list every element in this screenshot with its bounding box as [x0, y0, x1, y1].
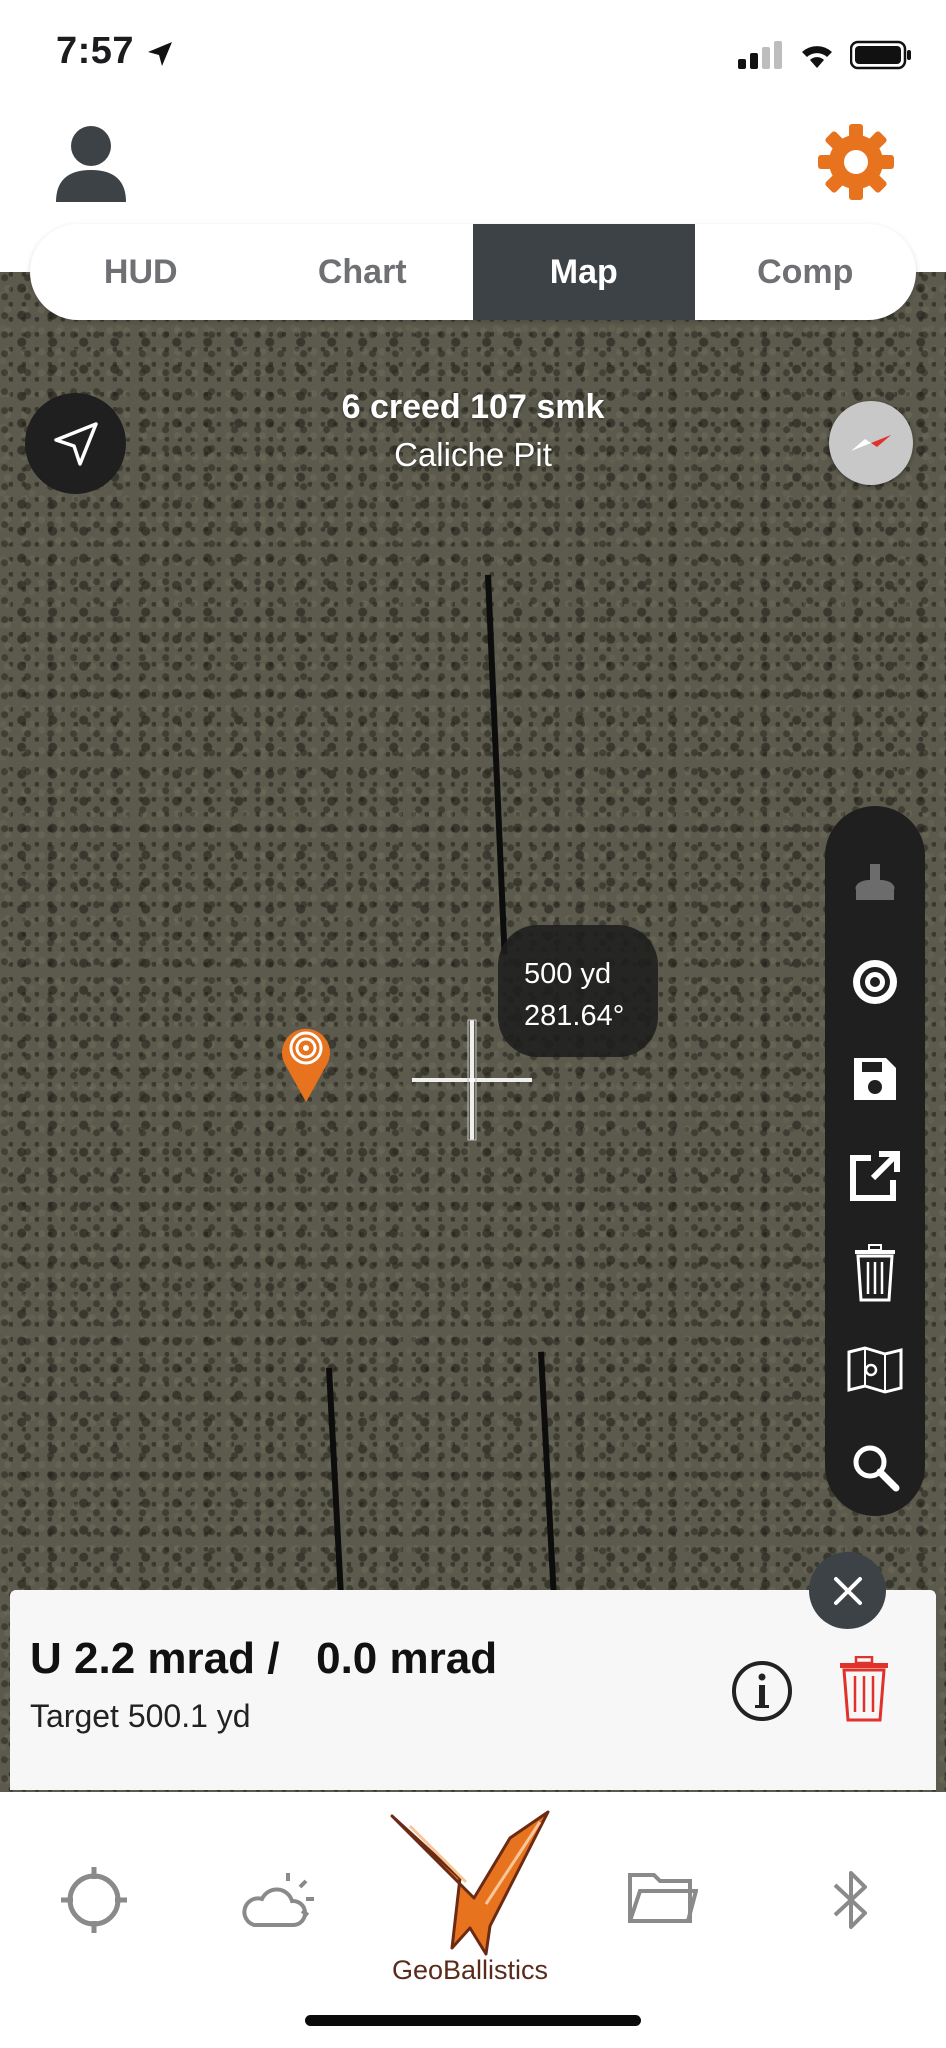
share-icon — [850, 1150, 900, 1201]
geoballistics-logo[interactable] — [390, 1808, 556, 1958]
cellular-signal-icon — [738, 41, 782, 69]
nav-folder[interactable] — [628, 1862, 698, 1932]
status-time: 7:57 — [56, 30, 135, 72]
bluetooth-icon — [833, 1871, 867, 1929]
share-button[interactable] — [825, 1127, 925, 1224]
trash-icon — [855, 1244, 895, 1302]
home-indicator — [305, 2015, 641, 2026]
info-icon[interactable] — [731, 1660, 793, 1722]
target-distance: Target 500.1 yd — [30, 1698, 251, 1734]
settings-gear-icon[interactable] — [818, 124, 894, 200]
adjustment-value: U 2.2 mrad / 0.0 mrad — [30, 1634, 498, 1683]
close-icon — [833, 1576, 862, 1605]
range-bubble: 500 yd 281.64° — [498, 925, 658, 1057]
location-arrow-icon — [148, 42, 172, 66]
delete-target-icon[interactable] — [838, 1656, 890, 1722]
weather-icon — [242, 1873, 314, 1927]
compass-icon — [851, 435, 891, 451]
battery-icon — [850, 40, 911, 70]
nav-crosshair[interactable] — [56, 1862, 132, 1938]
tab-comp[interactable]: Comp — [695, 224, 917, 320]
close-card-button[interactable] — [809, 1552, 886, 1629]
shooter-button[interactable] — [825, 836, 925, 933]
location-subtitle: Caliche Pit — [394, 436, 552, 473]
delete-all-button[interactable] — [825, 1225, 925, 1322]
view-tabs: HUD Chart Map Comp — [30, 224, 916, 320]
profile-title: 6 creed 107 smk — [341, 388, 605, 426]
search-button[interactable] — [825, 1419, 925, 1516]
result-card — [10, 1590, 936, 1790]
save-button[interactable] — [825, 1030, 925, 1127]
wifi-icon — [802, 46, 832, 68]
range-label: 500 yd — [524, 958, 612, 990]
tab-hud[interactable]: HUD — [30, 224, 252, 320]
crosshair-icon — [61, 1867, 127, 1933]
map-layers-icon — [847, 1346, 903, 1394]
compass-button[interactable] — [829, 401, 913, 485]
save-icon — [854, 1057, 896, 1100]
nav-weather[interactable] — [238, 1862, 326, 1938]
map-toolbar — [825, 806, 925, 1516]
folder-icon — [628, 1873, 698, 1923]
tab-chart[interactable]: Chart — [252, 224, 474, 320]
profile-icon[interactable] — [54, 124, 128, 202]
target-pin-icon[interactable] — [280, 1024, 332, 1102]
shooter-icon — [855, 863, 895, 900]
brand-name: GeoBallistics — [391, 1955, 549, 1985]
search-icon — [853, 1445, 900, 1492]
nav-bluetooth[interactable] — [828, 1862, 874, 1938]
target-button[interactable] — [825, 933, 925, 1030]
tab-map[interactable]: Map — [473, 224, 695, 320]
status-icons — [738, 40, 912, 70]
location-button[interactable] — [25, 393, 126, 494]
target-icon — [853, 959, 897, 1004]
bearing-label: 281.64° — [524, 1000, 625, 1032]
navigation-arrow-icon — [53, 421, 98, 466]
map-layers-button[interactable] — [825, 1322, 925, 1419]
